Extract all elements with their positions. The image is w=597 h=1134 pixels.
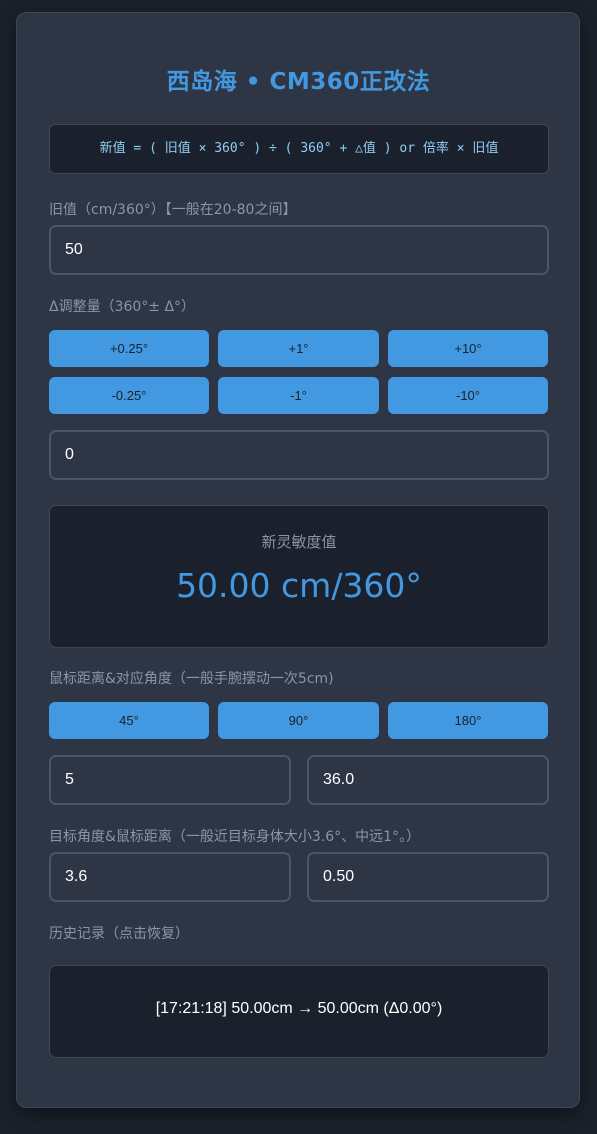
- adjust-plus-0-25-button[interactable]: +0.25°: [49, 330, 209, 367]
- result-label: 新灵敏度值: [261, 533, 337, 551]
- history-item[interactable]: [17:21:18] 50.00cm → 50.00cm (Δ0.00°): [49, 1000, 549, 1018]
- old-value-label: 旧值（cm/360°）【一般在20-80之间】: [49, 202, 297, 218]
- adjust-minus-1-button[interactable]: -1°: [218, 377, 379, 414]
- page-title: 西岛海 • CM360正改法: [166, 69, 431, 95]
- target-distance-input[interactable]: 0.50: [307, 852, 549, 902]
- mouse-angle-input[interactable]: 36.0: [307, 755, 549, 805]
- adjust-minus-0-25-button[interactable]: -0.25°: [49, 377, 209, 414]
- formula-display: 新值 = ( 旧值 × 360° ) ÷ ( 360° + △值 ) or 倍率…: [49, 124, 549, 174]
- angle-90-button[interactable]: 90°: [218, 702, 379, 739]
- history-label: 历史记录（点击恢复）: [49, 926, 189, 942]
- old-value-input[interactable]: 50: [49, 225, 549, 275]
- angle-45-button[interactable]: 45°: [49, 702, 209, 739]
- mouse-distance-input[interactable]: 5: [49, 755, 291, 805]
- target-label: 目标角度&鼠标距离（一般近目标身体大小3.6°、中远1°。）: [49, 829, 421, 845]
- mouse-angle-label: 鼠标距离&对应角度（一般手腕摆动一次5cm): [49, 671, 334, 687]
- angle-180-button[interactable]: 180°: [388, 702, 548, 739]
- result-value: 50.00 cm/360°: [176, 566, 422, 605]
- adjust-plus-1-button[interactable]: +1°: [218, 330, 379, 367]
- target-angle-input[interactable]: 3.6: [49, 852, 291, 902]
- adjust-minus-10-button[interactable]: -10°: [388, 377, 548, 414]
- adjust-label: Δ调整量（360°± Δ°）: [49, 299, 196, 315]
- adjust-plus-10-button[interactable]: +10°: [388, 330, 548, 367]
- adjust-value-input[interactable]: 0: [49, 430, 549, 480]
